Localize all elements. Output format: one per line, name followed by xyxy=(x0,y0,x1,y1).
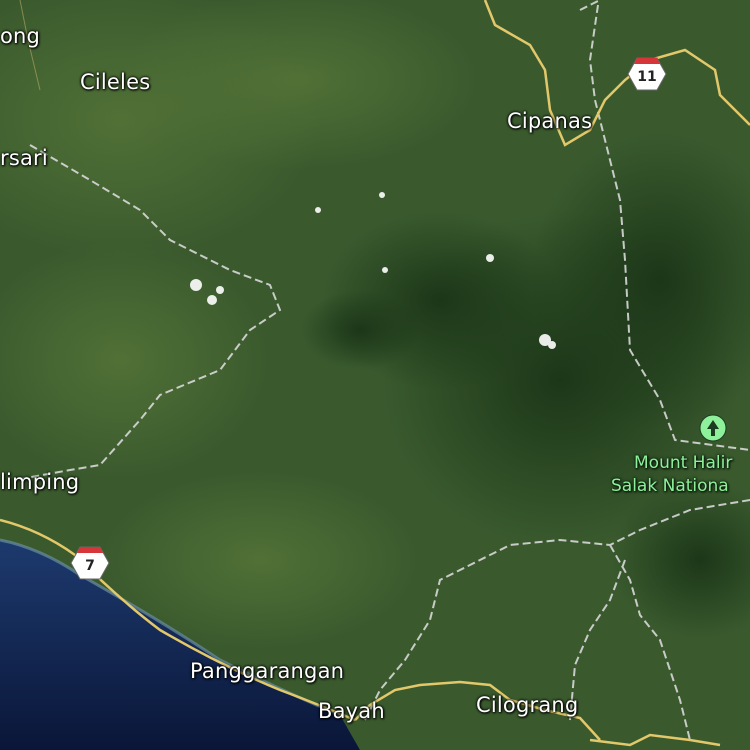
park-label-line1: Mount Halir xyxy=(634,453,733,473)
route-7-shield[interactable]: 7 xyxy=(70,546,110,580)
place-label-cilograng[interactable]: Cilograng xyxy=(476,693,578,717)
route-11-number: 11 xyxy=(637,69,657,85)
satellite-terrain xyxy=(0,0,750,750)
route-7-number: 7 xyxy=(85,558,95,574)
place-label-panggarangan[interactable]: Panggarangan xyxy=(190,659,344,683)
map-view[interactable]: ong Cileles rsari Cipanas limping Pangga… xyxy=(0,0,750,750)
place-label-cipanas[interactable]: Cipanas xyxy=(507,109,592,133)
route-11-shield[interactable]: 11 xyxy=(627,57,667,91)
tree-icon[interactable] xyxy=(698,413,728,443)
place-label-cileles[interactable]: Cileles xyxy=(80,70,150,94)
park-label-line2: Salak Nationa xyxy=(611,476,729,496)
park-label[interactable]: Mount Halir Salak Nationa xyxy=(611,452,732,498)
place-label-bayah[interactable]: Bayah xyxy=(318,699,385,723)
place-label-rsari[interactable]: rsari xyxy=(0,146,48,170)
place-label-ong[interactable]: ong xyxy=(0,24,40,48)
place-label-limping[interactable]: limping xyxy=(0,470,79,494)
